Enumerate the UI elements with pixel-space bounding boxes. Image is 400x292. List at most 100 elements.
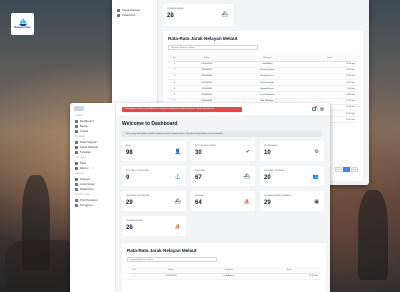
sidebar-item-label: Kapal Nelayan bbox=[80, 145, 99, 149]
front-window: UTAMA Dashboard Berita Cuaca NELAYAN Data Nel… bbox=[70, 103, 330, 292]
table-cell: 2024/09/03 bbox=[141, 273, 201, 280]
menu-icon bbox=[75, 161, 78, 165]
anchor-icon bbox=[117, 13, 120, 17]
stat-value: 67 bbox=[195, 175, 202, 181]
stat-label: NELAYAN PENDAFTAR bbox=[126, 195, 150, 197]
user-avatar-icon[interactable] bbox=[320, 107, 324, 111]
top-bar: Peringatan: Zona merah! Aktivitas nelaya… bbox=[116, 103, 330, 115]
boat-icon: ⛵ bbox=[243, 199, 250, 205]
sidebar-item-pelabuhan[interactable]: Pelabuhan bbox=[75, 187, 93, 191]
ship-icon: ⛴ bbox=[243, 174, 250, 180]
stat-label: NELAYAN bbox=[195, 170, 205, 172]
stat-card: NELAYAN 67 ⛴ bbox=[191, 166, 255, 186]
stat-value: 10 bbox=[264, 150, 271, 156]
stat-card: ADA 98 👤 bbox=[122, 141, 186, 161]
menu-icon bbox=[75, 182, 78, 186]
menu-icon bbox=[75, 177, 78, 181]
page-title: Welcome to Dashboard bbox=[122, 121, 178, 127]
distance-panel: Rata-Rata Jarak Nelayan Melaut Periode: … bbox=[122, 243, 326, 292]
menu-icon bbox=[75, 166, 78, 170]
sidebar-item-kapal-nelayan[interactable]: Kapal Nelayan bbox=[117, 8, 140, 12]
sidebar-item-dashboard[interactable]: Dashboard bbox=[75, 119, 94, 123]
sidebar-section-title: LAPORAN bbox=[75, 157, 86, 159]
sidebar-item-label: Tangkap bbox=[80, 150, 91, 154]
stat-label: KELOMPOK NELAYAN bbox=[126, 170, 149, 172]
table-cell: Lutfi Alatas bbox=[200, 273, 258, 280]
logo-text: Rumpon Ikan bbox=[14, 26, 31, 30]
stat-label: PERAHU bbox=[195, 195, 205, 197]
period-select[interactable]: Periode: Bulanan, Bulan bbox=[127, 257, 217, 262]
sidebar-item-jenis-kapal[interactable]: Jenis Kapal bbox=[75, 182, 94, 186]
boat-icon: ⛵ bbox=[174, 224, 181, 230]
pagination: Prev 1 Next bbox=[335, 167, 358, 172]
sidebar-item-label: Profil Nelayan bbox=[80, 198, 98, 202]
stat-value: 9 bbox=[126, 175, 130, 181]
page-1-button[interactable]: 1 bbox=[343, 167, 350, 172]
sidebar-item-label: Berita bbox=[80, 124, 88, 128]
sidebar-item-label: Pelabuhan bbox=[80, 187, 94, 191]
anchor-icon: ⚓ bbox=[174, 174, 181, 180]
notification-dot bbox=[315, 106, 317, 108]
menu-icon bbox=[75, 129, 78, 133]
stat-label: MOTORISASI KAPAL bbox=[195, 145, 217, 147]
stat-card: PERAHU 64 ⛵ bbox=[191, 191, 255, 211]
stat-card: PENANGKAPAN 28 ⛵ bbox=[122, 216, 186, 236]
sidebar-section: ••• bbox=[117, 3, 120, 5]
next-page-button[interactable]: Next bbox=[351, 167, 358, 172]
menu-icon bbox=[75, 203, 78, 207]
fisherman-silhouette bbox=[358, 190, 388, 280]
sidebar-item-tangkap[interactable]: Tangkap bbox=[75, 150, 91, 154]
menu-icon bbox=[75, 124, 78, 128]
ship-icon: ⛴ bbox=[174, 199, 181, 205]
stat-label: PENANGKAPAN bbox=[126, 220, 143, 222]
table-row: 1 2024/09/03 Lutfi Alatas 15.00 km bbox=[127, 273, 321, 280]
sidebar-item-data-nelayan[interactable]: Data Nelayan bbox=[75, 140, 97, 144]
user-icon: 👤 bbox=[174, 149, 181, 155]
sidebar-item-ekspor[interactable]: Ekspor bbox=[75, 166, 89, 170]
stat-card: MOTORISASI KAPAL 30 ✔ bbox=[191, 141, 255, 161]
box-icon: ▣ bbox=[314, 199, 319, 205]
table-cell: 1 bbox=[127, 273, 142, 280]
stat-value: 28 bbox=[126, 225, 133, 231]
stat-card: PELABUHAN 10 ⚙ bbox=[260, 141, 324, 161]
period-select[interactable]: Periode: Bulanan, Bulan bbox=[168, 45, 258, 50]
stat-value: 64 bbox=[195, 200, 202, 206]
sidebar-section-title: UTAMA bbox=[75, 115, 83, 117]
stat-card: NELAYAN PENDAFTAR 29 ⛴ bbox=[122, 191, 186, 211]
sidebar-item-data[interactable]: Data bbox=[75, 161, 86, 165]
gear-icon: ⚙ bbox=[314, 149, 319, 155]
stat-label: NELAYAN TERBARU bbox=[264, 170, 285, 172]
sidebar-item-cuaca[interactable]: Cuaca bbox=[75, 129, 88, 133]
table-cell: 15.00 km bbox=[257, 273, 321, 280]
menu-icon bbox=[75, 150, 78, 154]
menu-icon bbox=[75, 198, 78, 202]
panel-title: Rata-Rata Jarak Nelayan Melaut bbox=[127, 248, 197, 253]
stat-value: 30 bbox=[195, 150, 202, 156]
menu-icon bbox=[75, 145, 78, 149]
sidebar-item-label: Data bbox=[80, 161, 86, 165]
sidebar-item-label: Data Nelayan bbox=[80, 140, 97, 144]
sidebar-item-profil-nelayan[interactable]: Profil Nelayan bbox=[75, 198, 97, 202]
sidebar-item-berita[interactable]: Berita bbox=[75, 124, 87, 128]
app-logo: Rumpon Ikan bbox=[11, 13, 34, 35]
sidebar-item-nelayan[interactable]: Nelayan bbox=[75, 177, 90, 181]
info-banner: Data yang ditampilkan adalah ringkasan d… bbox=[122, 131, 322, 137]
sidebar-section-title: PENGATURAN bbox=[75, 194, 91, 196]
stat-label: PELABUHAN bbox=[264, 145, 278, 147]
sidebar-item-pelabuhan[interactable]: Pelabuhan bbox=[117, 13, 135, 17]
sidebar-item-label: Cuaca bbox=[80, 129, 89, 133]
prev-page-button[interactable]: Prev bbox=[335, 167, 342, 172]
users-icon: 👥 bbox=[312, 174, 319, 180]
stat-label: PENANGKAPAN TERBARU bbox=[264, 195, 292, 197]
stat-card: NELAYAN TERBARU 20 👥 bbox=[260, 166, 324, 186]
sidebar-item-kapal-nelayan[interactable]: Kapal Nelayan bbox=[75, 145, 98, 149]
distance-table: No Bulan Nelayan Jarak 1 2024/09/03 Lutfi Ala… bbox=[127, 267, 321, 280]
stat-card: PENANGKAPAN 28 ⛴ bbox=[163, 4, 233, 26]
sidebar-section-title: NELAYAN bbox=[75, 136, 85, 138]
sidebar-item-pengguna[interactable]: Pengguna bbox=[75, 203, 93, 207]
sidebar-item-label: Pengguna bbox=[80, 203, 93, 207]
menu-icon bbox=[75, 140, 78, 144]
menu-icon bbox=[75, 187, 78, 191]
stat-value: 29 bbox=[126, 200, 133, 206]
stat-value: 20 bbox=[264, 175, 271, 181]
